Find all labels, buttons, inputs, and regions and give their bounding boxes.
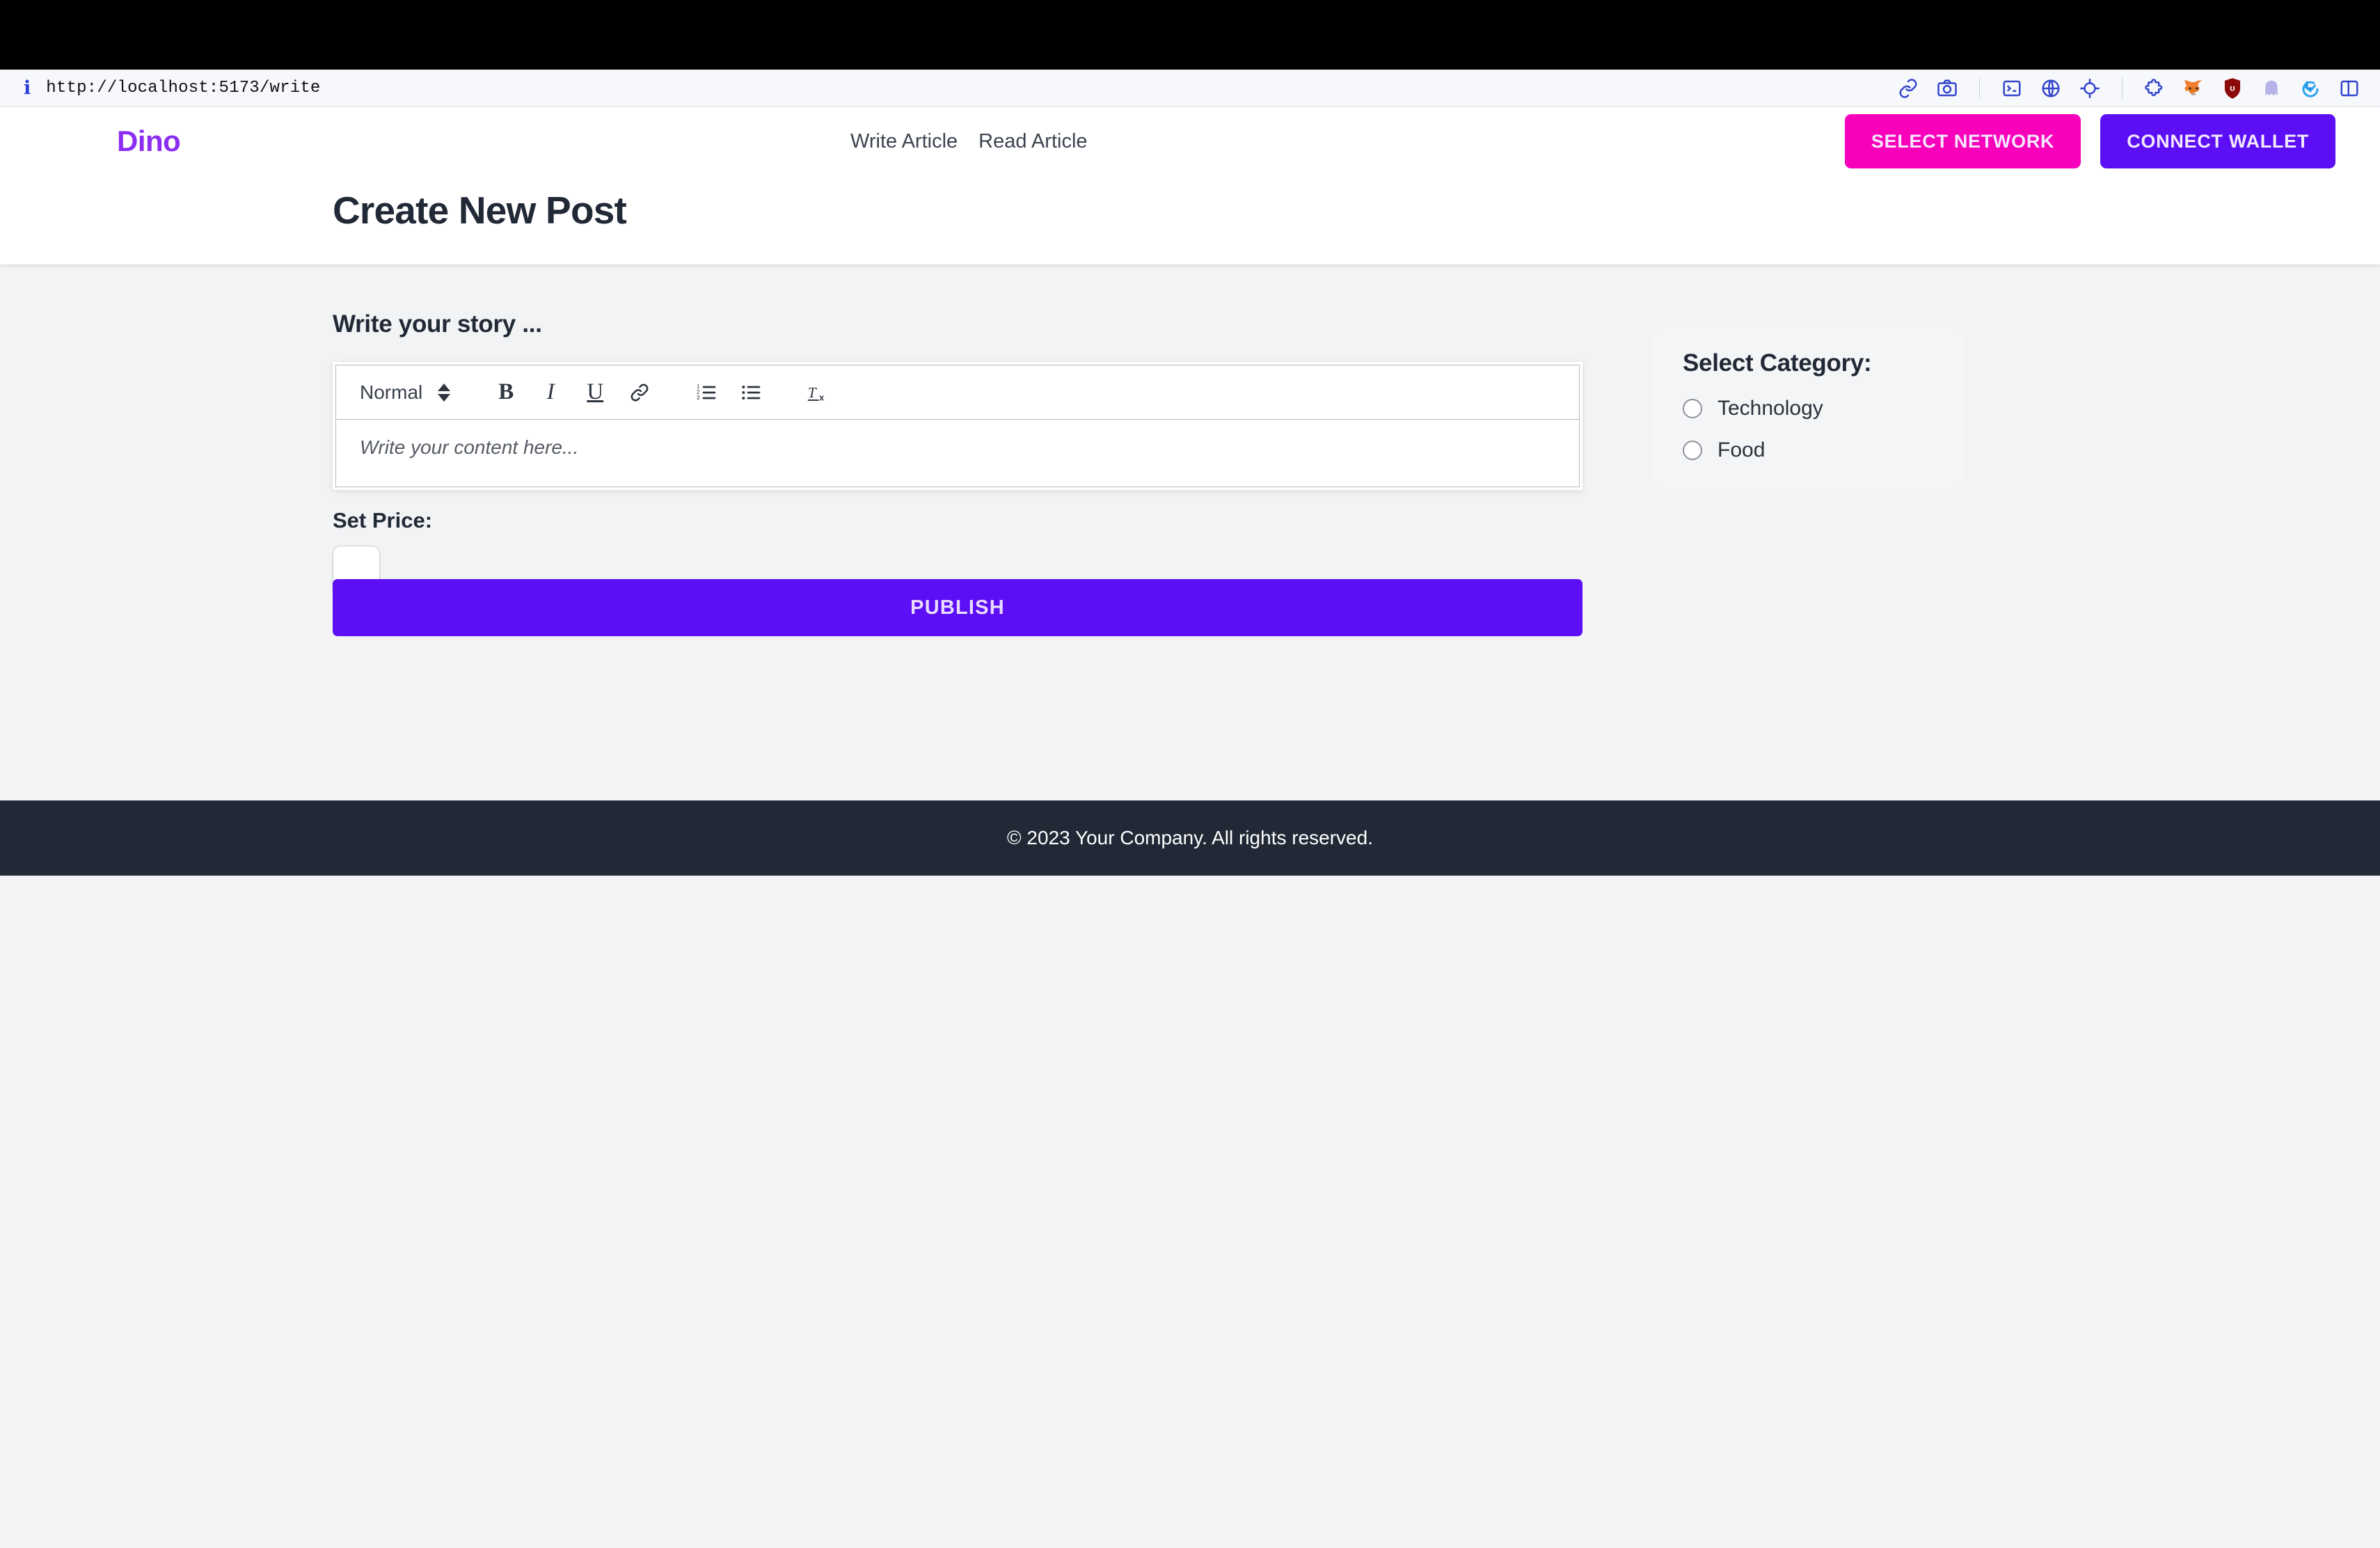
page-title: Create New Post [333, 189, 627, 232]
site-header: Dino Write Article Read Article SELECT N… [0, 107, 2380, 264]
set-price-label: Set Price: [333, 508, 433, 532]
publish-button[interactable]: PUBLISH [333, 579, 1582, 636]
link-icon[interactable] [617, 370, 662, 415]
clear-format-button[interactable]: T x [795, 370, 840, 415]
rich-text-editor-card: Normal B I U 1 2 3 T x Write your conten… [333, 362, 1582, 490]
sidebar-panel-icon[interactable] [2337, 76, 2362, 101]
browser-top-black-bar [0, 0, 2380, 70]
select-category-panel: Select Category: Technology Food [1652, 326, 1964, 490]
page-title-wrapper: Create New Post [0, 175, 2380, 264]
brand-logo[interactable]: Dino [117, 125, 181, 158]
format-picker-label: Normal [360, 381, 423, 403]
category-column: Select Category: Technology Food [1652, 310, 1964, 636]
editor-toolbar: Normal B I U 1 2 3 T x [335, 365, 1580, 419]
camera-icon[interactable] [1935, 76, 1960, 101]
connect-wallet-button[interactable]: CONNECT WALLET [2100, 114, 2335, 168]
category-option-food[interactable]: Food [1683, 439, 1933, 462]
main-content-area: Write your story ... Normal B I U 1 2 3 … [0, 264, 2380, 800]
format-picker[interactable]: Normal [360, 381, 451, 404]
ghostery-ghost-icon[interactable] [2259, 76, 2284, 101]
header-action-buttons: SELECT NETWORK CONNECT WALLET [1844, 114, 2335, 168]
terminal-icon[interactable] [1999, 76, 2024, 101]
svg-text:ʊ: ʊ [2230, 83, 2235, 93]
separator-2 [2122, 77, 2123, 99]
category-option-technology[interactable]: Technology [1683, 397, 1933, 420]
editor-content-area[interactable]: Write your content here... [335, 419, 1580, 487]
extensions-puzzle-icon[interactable] [2142, 76, 2167, 101]
ublock-shield-icon[interactable]: ʊ [2220, 76, 2245, 101]
category-label-food: Food [1717, 439, 1766, 461]
radio-icon-food[interactable] [1683, 441, 1702, 460]
nav-link-write-article[interactable]: Write Article [850, 130, 958, 153]
site-footer: © 2023 Your Company. All rights reserved… [0, 800, 2380, 876]
svg-text:3: 3 [697, 395, 700, 401]
browser-toolbar-icons: ʊ [1896, 76, 2380, 101]
radio-icon-technology[interactable] [1683, 399, 1702, 418]
link-icon[interactable] [1896, 76, 1921, 101]
bold-button[interactable]: B [484, 370, 528, 415]
bullet-list-button[interactable] [729, 370, 773, 415]
underline-button[interactable]: U [573, 370, 617, 415]
page-background-below-fold [0, 876, 2380, 1548]
ordered-list-button[interactable]: 1 2 3 [684, 370, 729, 415]
globe-icon[interactable] [2038, 76, 2063, 101]
browser-url-bar: i http://localhost:5173/write ʊ [0, 70, 2380, 107]
footer-copyright: © 2023 Your Company. All rights reserved… [1007, 827, 1373, 848]
svg-text:T: T [808, 384, 818, 401]
download-arrow-icon[interactable] [2298, 76, 2323, 101]
italic-button[interactable]: I [528, 370, 573, 415]
category-label-technology: Technology [1717, 397, 1823, 420]
crosshair-icon[interactable] [2077, 76, 2102, 101]
editor-placeholder: Write your content here... [360, 436, 579, 458]
nav-links: Write Article Read Article [850, 130, 1088, 153]
select-category-heading: Select Category: [1683, 349, 1872, 377]
url-bar-left: i http://localhost:5173/write [0, 79, 321, 97]
editor-column: Write your story ... Normal B I U 1 2 3 … [333, 310, 1582, 636]
svg-text:x: x [819, 392, 824, 402]
metamask-fox-icon[interactable] [2181, 76, 2206, 101]
nav-link-read-article[interactable]: Read Article [978, 130, 1087, 153]
url-text[interactable]: http://localhost:5173/write [46, 79, 320, 97]
navigation-bar: Dino Write Article Read Article SELECT N… [0, 107, 2380, 175]
story-heading: Write your story ... [333, 310, 542, 338]
content-row: Write your story ... Normal B I U 1 2 3 … [0, 310, 2380, 636]
select-network-button[interactable]: SELECT NETWORK [1844, 114, 2081, 168]
info-icon[interactable]: i [24, 79, 31, 97]
separator-1 [1979, 77, 1980, 99]
chevron-updown-icon [438, 383, 451, 402]
